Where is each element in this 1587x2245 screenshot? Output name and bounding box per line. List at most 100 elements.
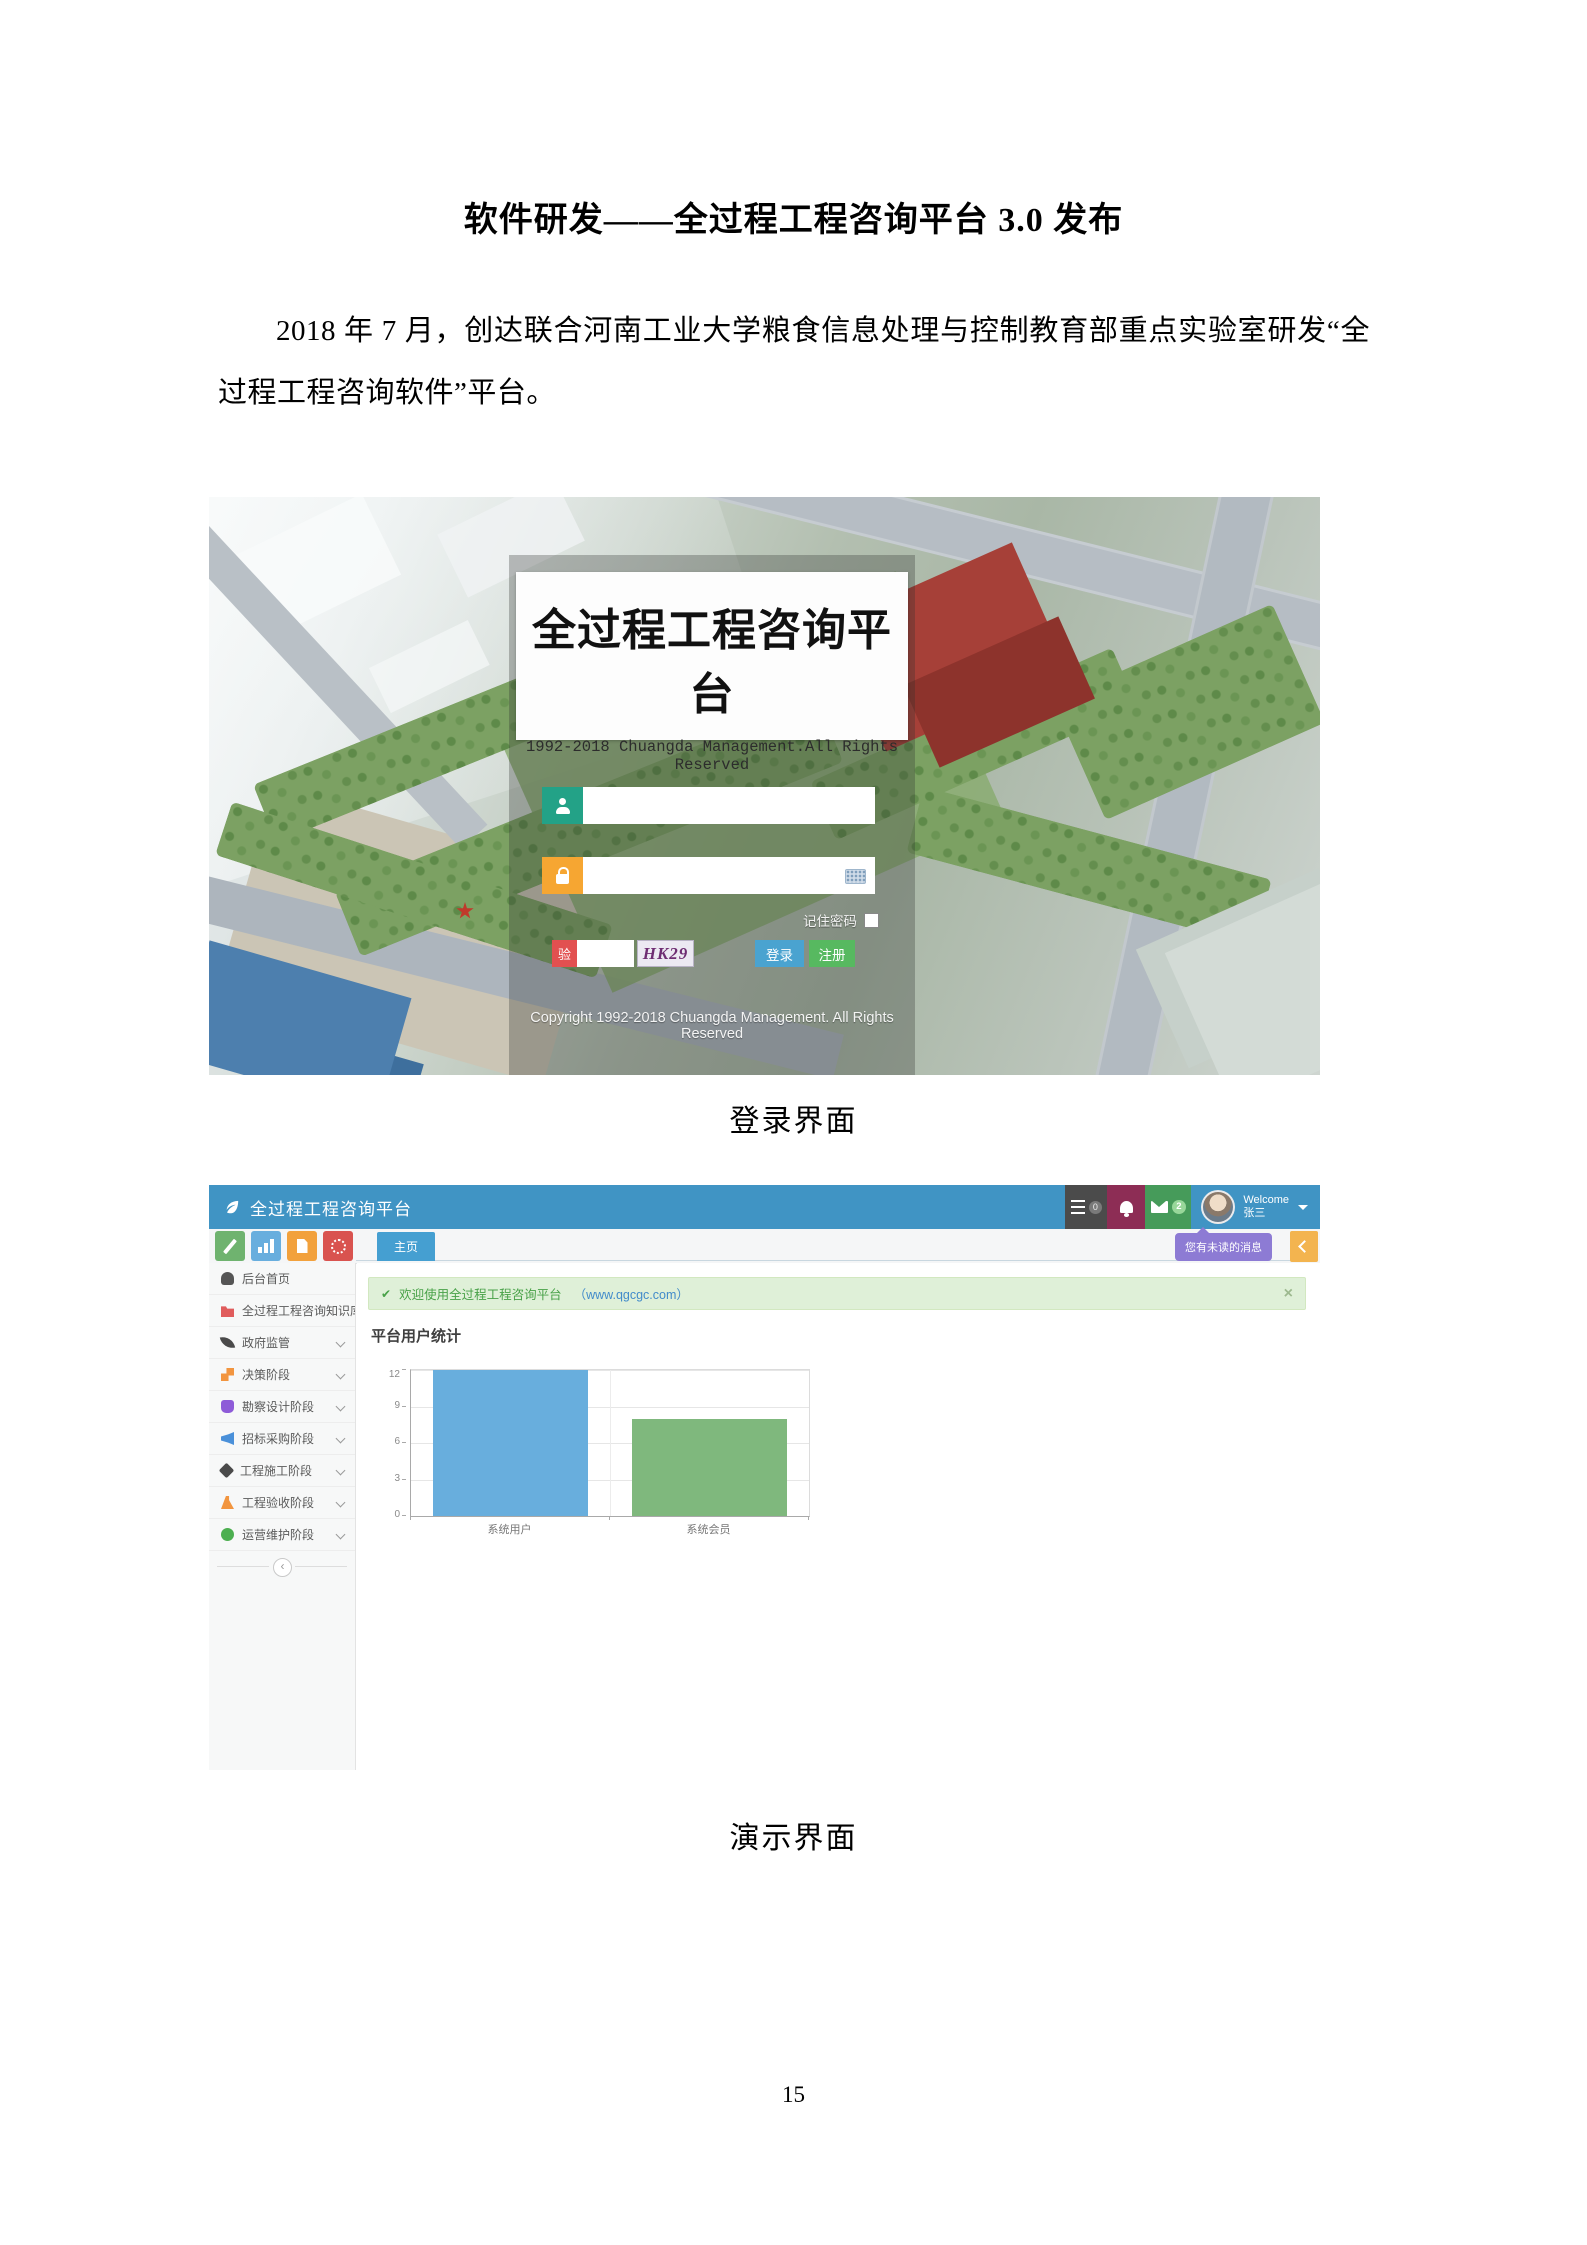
caption-demo: 演示界面 — [0, 1813, 1587, 1857]
y-tick-mark — [402, 1442, 406, 1443]
close-icon[interactable]: × — [1284, 1286, 1293, 1302]
y-tick-label: 6 — [394, 1436, 400, 1447]
settings-tool-button[interactable] — [323, 1231, 353, 1261]
chart-plot — [410, 1369, 810, 1517]
sidebar-item[interactable]: 运营维护阶段 — [209, 1519, 355, 1551]
body-paragraph: 2018 年 7 月，创达联合河南工业大学粮食信息处理与控制教育部重点实验室研发… — [218, 300, 1370, 424]
category-separator — [610, 1370, 611, 1516]
sidebar-item-label: 决策阶段 — [242, 1366, 290, 1383]
bell-icon — [1120, 1201, 1133, 1213]
task-list-button[interactable]: 0 — [1065, 1185, 1107, 1229]
welcome-line2: 张三 — [1243, 1207, 1265, 1219]
alert-link[interactable]: （www.qgcgc.com） — [574, 1284, 689, 1303]
sidebar-item[interactable]: 后台首页 — [209, 1263, 355, 1295]
welcome-alert: ✔ 欢迎使用全过程工程咨询平台 （www.qgcgc.com） × — [368, 1277, 1306, 1310]
captcha-icon: 验 — [552, 940, 577, 967]
file-icon — [297, 1239, 308, 1253]
login-banner-title: 全过程工程咨询平台 — [516, 594, 908, 722]
chart-yticks: 036912 — [378, 1369, 406, 1515]
password-input[interactable] — [583, 857, 875, 894]
main-content: ✔ 欢迎使用全过程工程咨询平台 （www.qgcgc.com） × 平台用户统计… — [357, 1263, 1320, 1770]
messages-button[interactable]: 2 — [1145, 1185, 1191, 1229]
bar-chart-icon — [258, 1239, 274, 1253]
chevron-down-icon — [336, 1370, 346, 1380]
cubes-icon — [221, 1368, 234, 1381]
x-tick-label: 系统会员 — [609, 1521, 808, 1537]
y-tick-label: 9 — [394, 1400, 400, 1411]
register-button[interactable]: 注册 — [809, 940, 855, 967]
chart-tool-button[interactable] — [251, 1231, 281, 1261]
sidebar-item[interactable]: 决策阶段 — [209, 1359, 355, 1391]
sidebar: 后台首页全过程工程咨询知识库政府监管决策阶段勘察设计阶段招标采购阶段工程施工阶段… — [209, 1263, 356, 1770]
sidebar-item-label: 运营维护阶段 — [242, 1526, 314, 1543]
toolbar-tab-row: 主页 — [209, 1229, 1320, 1264]
megaphone-icon — [221, 1432, 234, 1445]
message-count-badge: 2 — [1172, 1200, 1186, 1214]
remember-checkbox[interactable] — [864, 913, 879, 928]
chevron-down-icon — [336, 1434, 346, 1444]
sidebar-item-label: 后台首页 — [242, 1270, 290, 1287]
captcha-code[interactable]: HK29 — [637, 940, 694, 967]
document-page: 软件研发——全过程工程咨询平台 3.0 发布 2018 年 7 月，创达联合河南… — [0, 0, 1587, 2245]
chevron-down-icon — [336, 1402, 346, 1412]
sidebar-item[interactable]: 勘察设计阶段 — [209, 1391, 355, 1423]
file-tool-button[interactable] — [287, 1231, 317, 1261]
keyboard-icon[interactable] — [845, 869, 866, 884]
sidebar-item[interactable]: 工程验收阶段 — [209, 1487, 355, 1519]
page-number: 15 — [0, 2082, 1587, 2108]
scene-shape — [906, 787, 1271, 946]
caret-down-icon[interactable] — [1298, 1205, 1308, 1210]
flask-icon — [221, 1496, 234, 1509]
folder-icon — [221, 1304, 234, 1317]
y-tick-mark — [402, 1479, 406, 1480]
sidebar-item[interactable]: 招标采购阶段 — [209, 1423, 355, 1455]
dashboard-header: 全过程工程咨询平台 0 2 Welcome 张三 — [209, 1185, 1320, 1229]
sidebar-item[interactable]: 政府监管 — [209, 1327, 355, 1359]
tab-home[interactable]: 主页 — [377, 1232, 435, 1261]
gauge-icon — [221, 1272, 234, 1285]
chevron-down-icon — [336, 1338, 346, 1348]
leaf-icon — [223, 1198, 241, 1216]
lock-icon — [542, 857, 583, 894]
x-tick-mark — [410, 1516, 411, 1520]
sidebar-collapse-row: ‹ — [209, 1556, 355, 1578]
y-tick-mark — [402, 1369, 406, 1370]
tab-underline — [356, 1260, 1290, 1261]
notifications-button[interactable] — [1107, 1185, 1145, 1229]
chart-xlabels: 系统用户系统会员 — [410, 1521, 808, 1537]
bar-系统会员 — [632, 1419, 787, 1516]
y-tick-mark — [402, 1515, 406, 1516]
x-tick-mark — [808, 1516, 809, 1520]
user-avatar[interactable] — [1201, 1190, 1235, 1224]
sidebar-item-label: 全过程工程咨询知识库 — [242, 1302, 355, 1319]
bar-系统用户 — [433, 1370, 588, 1516]
welcome-text[interactable]: Welcome 张三 — [1243, 1194, 1289, 1220]
alert-message: 欢迎使用全过程工程咨询平台 — [399, 1284, 562, 1303]
welcome-line1: Welcome — [1243, 1194, 1289, 1206]
sidebar-item[interactable]: 工程施工阶段 — [209, 1455, 355, 1487]
sidebar-item[interactable]: 全过程工程咨询知识库 — [209, 1295, 355, 1327]
login-banner-subtitle: 1992-2018 Chuangda Management.All Rights… — [516, 738, 908, 774]
sidebar-collapse-button[interactable]: ‹ — [273, 1558, 292, 1577]
leaf-icon — [220, 1335, 235, 1350]
username-input[interactable] — [583, 787, 875, 824]
tab-scroll-button[interactable] — [1290, 1231, 1318, 1262]
envelope-icon — [1151, 1201, 1168, 1213]
check-icon: ✔ — [381, 1287, 391, 1301]
caption-login: 登录界面 — [0, 1096, 1587, 1140]
remember-password-label: 记住密码 — [803, 910, 857, 930]
pencil-icon — [223, 1238, 237, 1254]
list-icon — [1071, 1200, 1085, 1214]
edit-tool-button[interactable] — [215, 1231, 245, 1261]
copyright-text: Copyright 1992-2018 Chuangda Management.… — [509, 1010, 915, 1042]
captcha-input[interactable] — [577, 940, 634, 967]
login-button[interactable]: 登录 — [755, 940, 804, 967]
app-title: 全过程工程咨询平台 — [250, 1195, 412, 1220]
chevron-left-icon — [1298, 1240, 1311, 1253]
sidebar-items: 后台首页全过程工程咨询知识库政府监管决策阶段勘察设计阶段招标采购阶段工程施工阶段… — [209, 1263, 355, 1551]
chevron-down-icon — [336, 1530, 346, 1540]
task-count-badge: 0 — [1089, 1201, 1102, 1214]
sidebar-item-label: 勘察设计阶段 — [242, 1398, 314, 1415]
y-tick-label: 0 — [394, 1509, 400, 1520]
chevron-down-icon — [336, 1498, 346, 1508]
